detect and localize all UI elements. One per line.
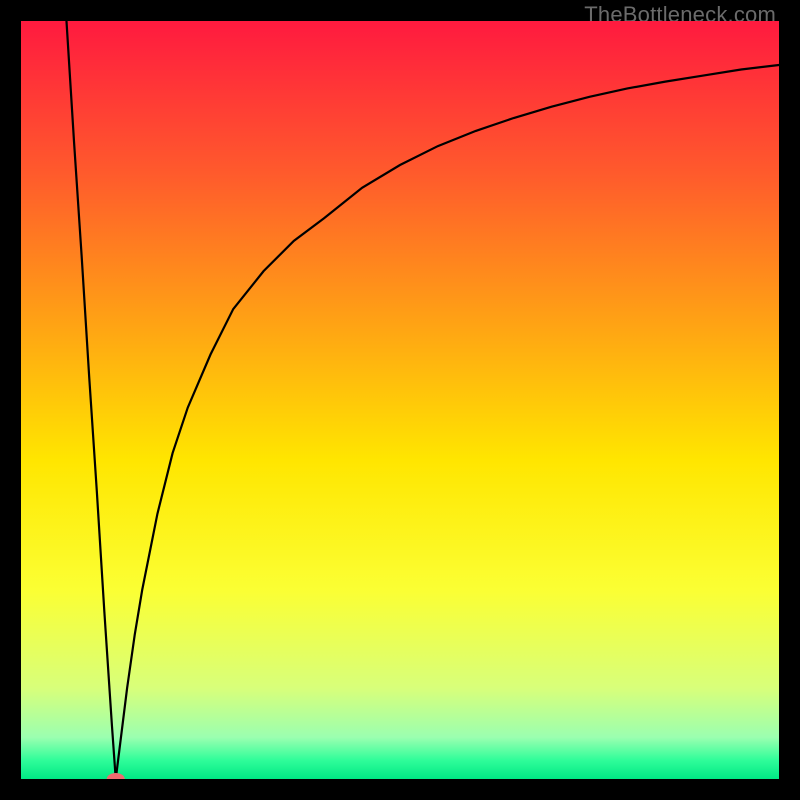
- chart-frame: [21, 21, 779, 779]
- gradient-background: [21, 21, 779, 779]
- bottleneck-chart: [21, 21, 779, 779]
